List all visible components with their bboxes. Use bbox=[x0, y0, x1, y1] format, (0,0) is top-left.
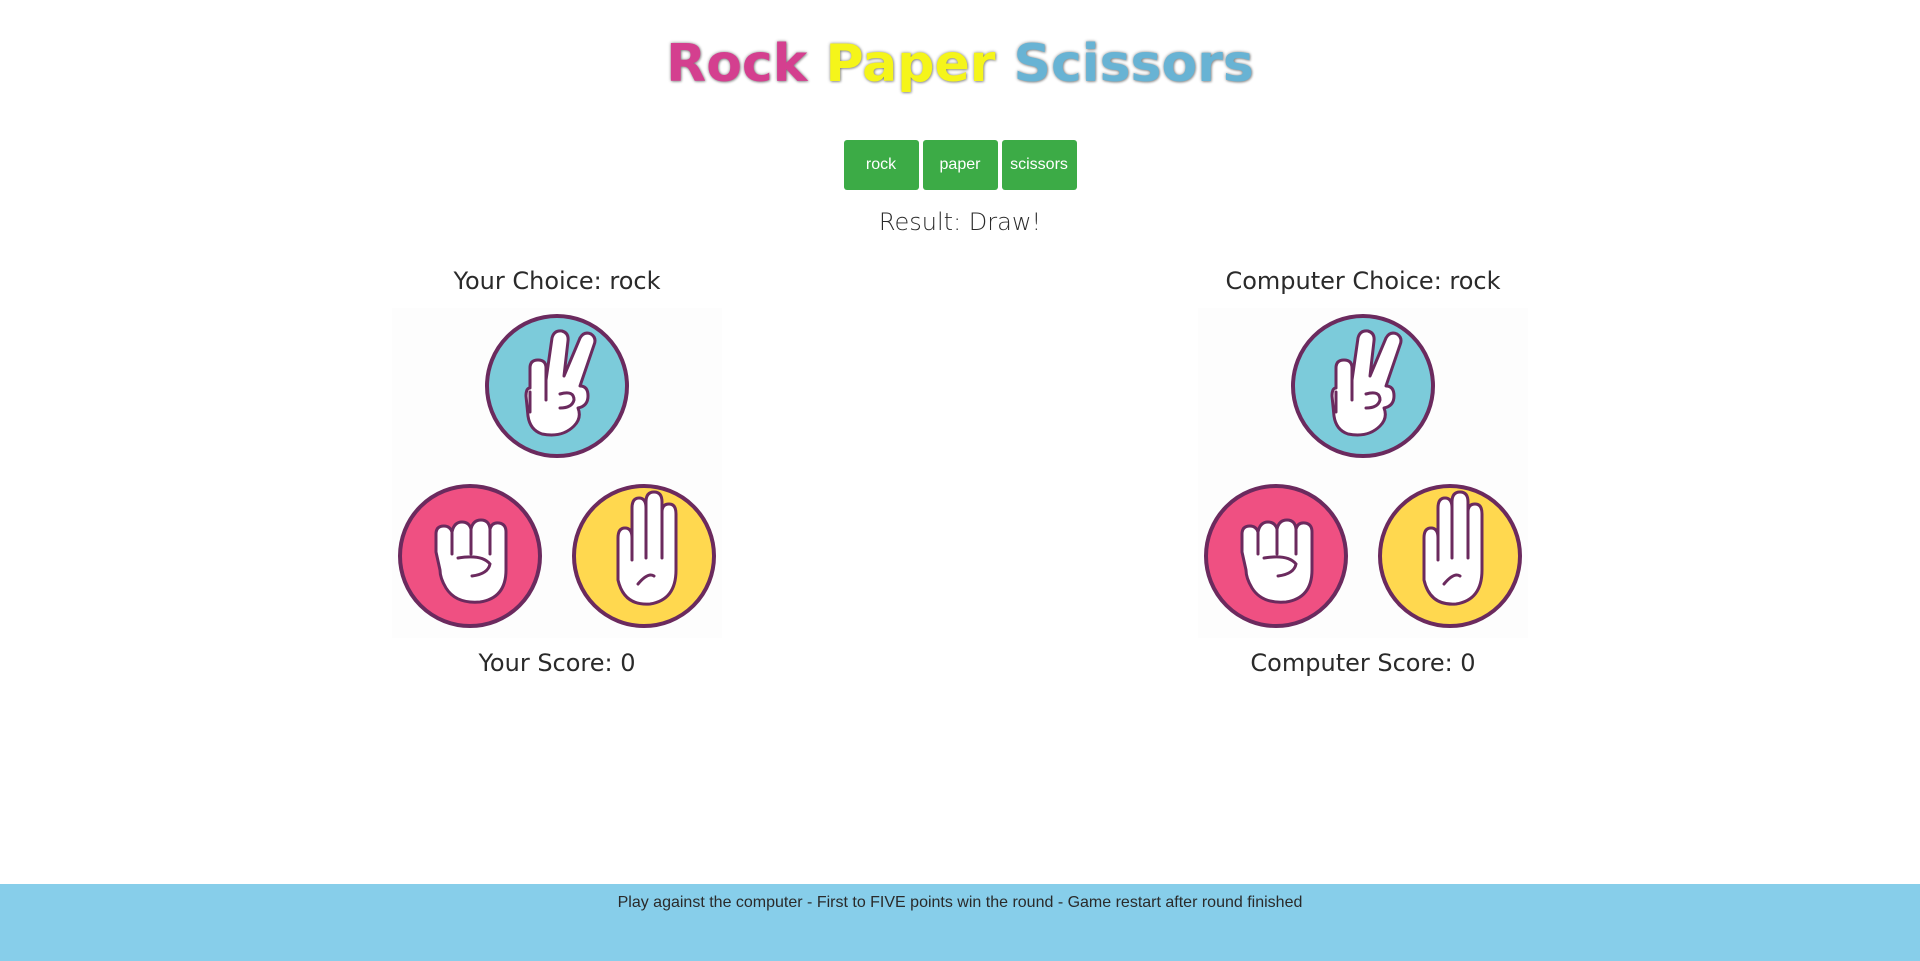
footer: Play against the computer - First to FIV… bbox=[0, 884, 1920, 961]
title-word-paper: Paper bbox=[825, 34, 996, 94]
rock-button[interactable]: rock bbox=[843, 140, 919, 190]
result-text: Result: Draw! bbox=[878, 208, 1042, 236]
scissors-hand-icon bbox=[485, 314, 629, 458]
choice-buttons: rock paper scissors bbox=[0, 140, 1920, 190]
footer-text: Play against the computer - First to FIV… bbox=[617, 894, 1303, 911]
computer-score: Computer Score: 0 bbox=[1250, 649, 1476, 677]
player-score: Your Score: 0 bbox=[478, 649, 636, 677]
page-title: Rock Paper Scissors bbox=[0, 28, 1920, 100]
player-hands-image bbox=[392, 308, 722, 638]
computer-panel: Computer Choice: rock Computer Score: 0 bbox=[1153, 264, 1573, 680]
hands-graphic bbox=[1204, 314, 1522, 628]
title-word-rock: Rock bbox=[666, 34, 808, 94]
scissors-button[interactable]: scissors bbox=[1001, 140, 1077, 190]
paper-button[interactable]: paper bbox=[922, 140, 998, 190]
game-page: Rock Paper Scissors rock paper scissors … bbox=[0, 0, 1920, 961]
computer-choice: Computer Choice: rock bbox=[1225, 267, 1501, 295]
scissors-hand-icon bbox=[1291, 314, 1435, 458]
rock-hand-icon bbox=[1204, 484, 1348, 628]
rock-hand-icon bbox=[398, 484, 542, 628]
hands-graphic bbox=[398, 314, 716, 628]
title-word-scissors: Scissors bbox=[1013, 34, 1254, 94]
player-panel: Your Choice: rock Your Score: 0 bbox=[347, 264, 767, 680]
paper-hand-icon bbox=[572, 484, 716, 628]
player-choice: Your Choice: rock bbox=[453, 267, 661, 295]
paper-hand-icon bbox=[1378, 484, 1522, 628]
computer-hands-image bbox=[1198, 308, 1528, 638]
